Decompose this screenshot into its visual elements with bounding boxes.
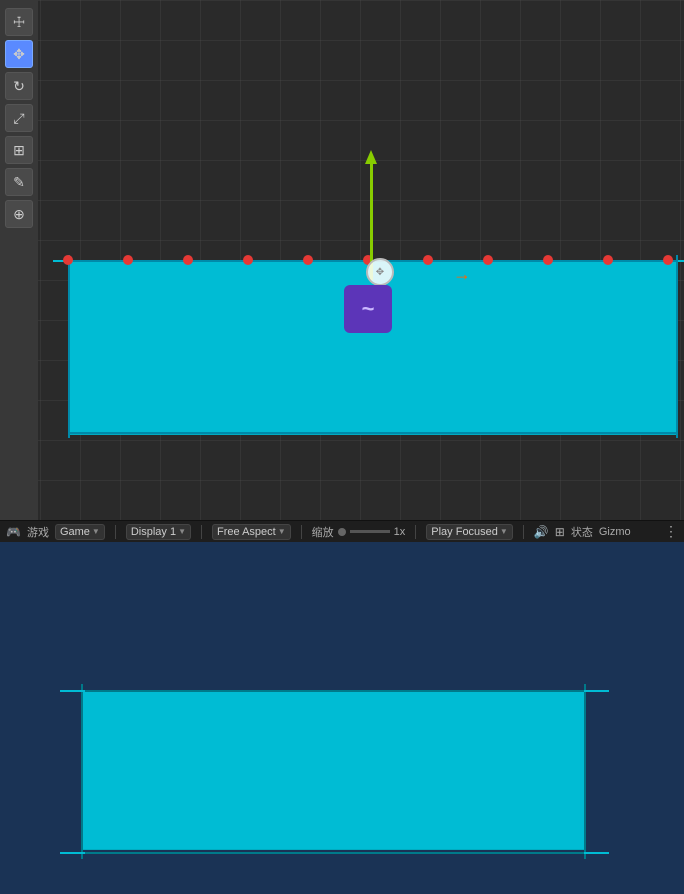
- game-outline-bottom: [81, 852, 586, 854]
- ctrl-dot-1[interactable]: [123, 255, 133, 265]
- tick-bottom-tr: [584, 690, 609, 692]
- transform-tool-button[interactable]: ⊞: [5, 136, 33, 164]
- aspect-dropdown[interactable]: Free Aspect ▼: [212, 524, 291, 540]
- move-tool-button[interactable]: ✥: [5, 40, 33, 68]
- zoom-value: 1x: [394, 526, 406, 538]
- sep-5: [523, 525, 524, 539]
- tick-bottom-br: [584, 852, 609, 854]
- zoom-control: 缩放 1x: [312, 524, 406, 540]
- game-icon: 🎮: [6, 525, 21, 539]
- tick-right: [678, 260, 684, 262]
- ctrl-dot-2[interactable]: [183, 255, 193, 265]
- mode-dropdown[interactable]: Game ▼: [55, 524, 105, 540]
- viewport-bottom: [0, 542, 684, 894]
- rotate-tool-button[interactable]: ↻: [5, 72, 33, 100]
- scale-tool-button[interactable]: ⤢: [5, 104, 33, 132]
- game-outline-right: [584, 684, 586, 859]
- ctrl-dot-6[interactable]: [423, 255, 433, 265]
- statusbar: 🎮 游戏 Game ▼ Display 1 ▼ Free Aspect ▼ 缩放…: [0, 520, 684, 542]
- display-selected-label: Display 1: [131, 526, 176, 538]
- more-icon[interactable]: ⋮: [664, 523, 678, 540]
- x-axis-arrow[interactable]: →: [453, 264, 471, 285]
- ctrl-dot-4[interactable]: [303, 255, 313, 265]
- zoom-slider[interactable]: [350, 530, 390, 533]
- sep-1: [115, 525, 116, 539]
- gizmo-label: Gizmo: [599, 526, 631, 538]
- left-toolbar: ☩ ✥ ↻ ⤢ ⊞ ✎ ⊕: [0, 0, 38, 520]
- ctrl-dot-3[interactable]: [243, 255, 253, 265]
- mode-dropdown-arrow: ▼: [92, 527, 100, 536]
- ctrl-dot-0[interactable]: [63, 255, 73, 265]
- game-outline-left: [81, 684, 83, 859]
- annotate-tool-button[interactable]: ✎: [5, 168, 33, 196]
- game-object-rect: [81, 690, 586, 850]
- ctrl-dot-7[interactable]: [483, 255, 493, 265]
- ctrl-dot-9[interactable]: [603, 255, 613, 265]
- ctrl-dot-8[interactable]: [543, 255, 553, 265]
- viewport-top[interactable]: ☩ ✥ ↻ ⤢ ⊞ ✎ ⊕: [0, 0, 684, 520]
- ctrl-dot-10[interactable]: [663, 255, 673, 265]
- display-dropdown[interactable]: Display 1 ▼: [126, 524, 191, 540]
- move-icon: ✥: [376, 267, 384, 278]
- zoom-label: 缩放: [312, 524, 334, 540]
- outline-left: [68, 255, 70, 438]
- outline-bottom: [68, 432, 678, 434]
- cursor-tool-button[interactable]: ☩: [5, 8, 33, 36]
- transform-gizmo-center[interactable]: ✥: [366, 258, 394, 286]
- play-dropdown[interactable]: Play Focused ▼: [426, 524, 513, 540]
- game-outline-top: [81, 690, 586, 692]
- play-dropdown-arrow: ▼: [500, 527, 508, 536]
- sep-2: [201, 525, 202, 539]
- scene-area: ✥ → ~: [38, 0, 684, 520]
- zoom-dot: [338, 528, 346, 536]
- sep-4: [415, 525, 416, 539]
- play-selected-label: Play Focused: [431, 526, 498, 538]
- measure-tool-button[interactable]: ⊕: [5, 200, 33, 228]
- y-axis-arrow: [365, 150, 377, 164]
- aspect-dropdown-arrow: ▼: [278, 527, 286, 536]
- mode-selected-label: Game: [60, 526, 90, 538]
- grid-icon[interactable]: ⊞: [555, 525, 565, 539]
- display-dropdown-arrow: ▼: [178, 527, 186, 536]
- outline-right: [676, 255, 678, 438]
- sep-3: [301, 525, 302, 539]
- app-logo-icon: ~: [344, 285, 392, 333]
- state-label: 状态: [571, 524, 593, 540]
- tick-bottom-tl: [60, 690, 85, 692]
- aspect-selected-label: Free Aspect: [217, 526, 276, 538]
- sound-icon[interactable]: 🔊: [534, 525, 549, 539]
- game-label: 游戏: [27, 524, 49, 540]
- tick-bottom-bl: [60, 852, 85, 854]
